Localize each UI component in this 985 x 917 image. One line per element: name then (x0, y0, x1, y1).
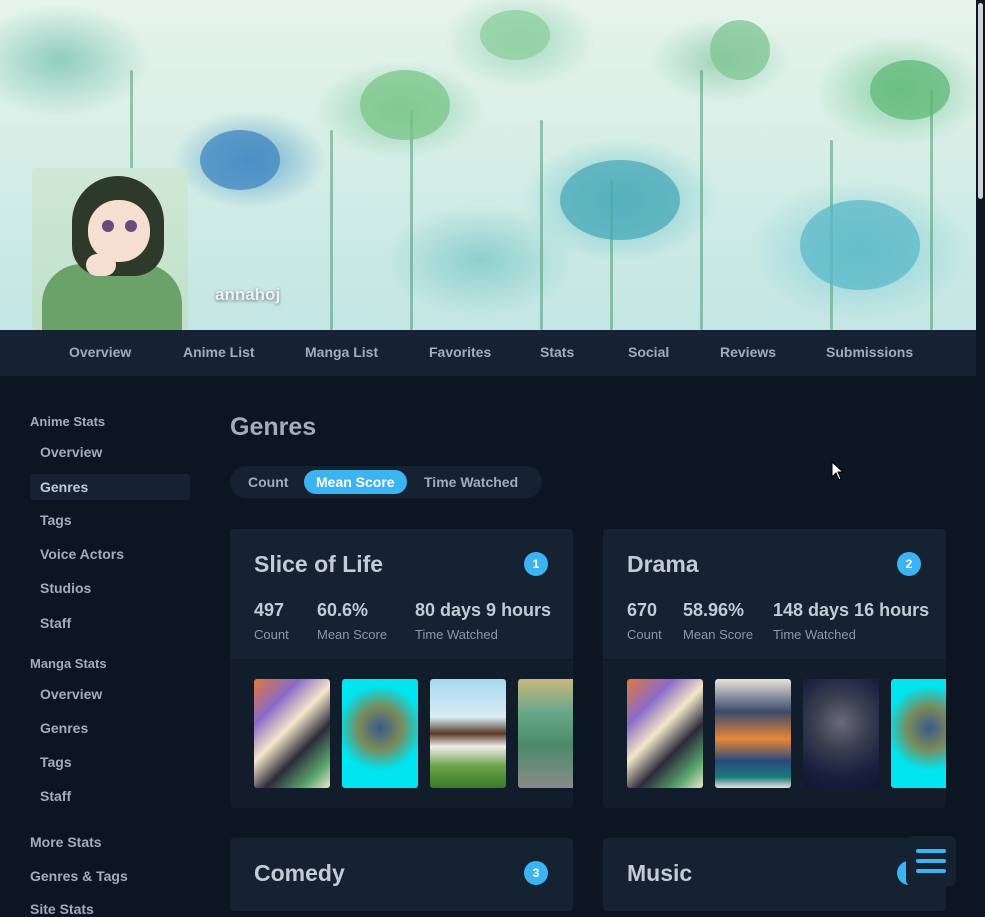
username: annahoj (215, 285, 281, 304)
sidebar-link-site-stats[interactable]: Site Stats (30, 901, 94, 917)
genre-name: Comedy (254, 860, 345, 886)
rank-badge: 2 (897, 552, 921, 576)
tab-time-watched[interactable]: Time Watched (412, 470, 530, 494)
sidebar-item-studios[interactable]: Studios (30, 575, 190, 601)
anime-cover[interactable] (891, 679, 946, 788)
nav-overview[interactable]: Overview (69, 344, 131, 360)
avatar-art (86, 254, 116, 276)
genre-time-value: 80 days 9 hours (415, 600, 552, 620)
avatar[interactable] (32, 168, 188, 330)
tab-mean-score[interactable]: Mean Score (304, 470, 407, 494)
tab-count[interactable]: Count (236, 470, 300, 494)
banner-decoration (410, 110, 413, 330)
genre-count-label: Count (254, 627, 289, 642)
sidebar-item-anime-overview[interactable]: Overview (30, 439, 190, 465)
anime-cover[interactable] (518, 679, 573, 788)
genre-count-label: Count (627, 627, 662, 642)
genre-time-value: 148 days 16 hours (773, 600, 930, 620)
avatar-art (125, 220, 137, 232)
sidebar-link-genres-tags[interactable]: Genres & Tags (30, 868, 128, 884)
genre-card[interactable]: Comedy 3 (230, 838, 573, 911)
avatar-art (102, 220, 114, 232)
sidebar-item-anime-staff[interactable]: Staff (30, 610, 190, 636)
sidebar-item-voice-actors[interactable]: Voice Actors (30, 541, 190, 567)
avatar-art (88, 200, 150, 262)
genre-mean-value: 58.96% (683, 600, 745, 620)
sidebar-item-manga-genres[interactable]: Genres (30, 715, 190, 741)
nav-submissions[interactable]: Submissions (826, 344, 913, 360)
anime-cover[interactable] (627, 679, 703, 788)
genre-name: Music (627, 860, 693, 886)
sidebar-heading-anime-stats: Anime Stats (30, 414, 106, 429)
banner-decoration (480, 10, 550, 60)
genre-name: Drama (627, 551, 699, 577)
banner-decoration (700, 70, 703, 330)
anime-cover[interactable] (254, 679, 330, 788)
menu-button[interactable] (906, 836, 956, 886)
sidebar-item-manga-staff[interactable]: Staff (30, 783, 190, 809)
nav-manga-list[interactable]: Manga List (305, 344, 378, 360)
genre-name: Slice of Life (254, 551, 384, 577)
genre-card[interactable]: Music 4 (603, 838, 946, 911)
page-title: Genres (230, 413, 317, 441)
genre-count-value: 497 (254, 600, 285, 620)
genre-count-value: 670 (627, 600, 658, 620)
nav-stats[interactable]: Stats (540, 344, 574, 360)
anime-cover[interactable] (342, 679, 418, 788)
rank-badge: 3 (524, 861, 548, 885)
nav-reviews[interactable]: Reviews (720, 344, 776, 360)
sidebar-item-anime-tags[interactable]: Tags (30, 507, 190, 533)
banner-decoration (930, 90, 933, 330)
banner-decoration (200, 130, 280, 190)
banner-decoration (800, 200, 920, 290)
nav-favorites[interactable]: Favorites (429, 344, 491, 360)
genre-mean-value: 60.6% (317, 600, 369, 620)
sidebar-item-manga-tags[interactable]: Tags (30, 749, 190, 775)
banner-decoration (870, 60, 950, 120)
mouse-pointer-icon (831, 461, 845, 481)
sidebar-item-manga-overview[interactable]: Overview (30, 681, 190, 707)
anime-cover[interactable] (803, 679, 879, 788)
banner-decoration (540, 120, 543, 330)
anime-cover[interactable] (715, 679, 791, 788)
sort-tabs: Count Mean Score Time Watched (230, 466, 542, 498)
anime-cover[interactable] (430, 679, 506, 788)
banner-decoration (360, 70, 450, 140)
genre-time-label: Time Watched (773, 627, 856, 642)
genre-time-label: Time Watched (415, 627, 498, 642)
banner-decoration (710, 20, 770, 80)
banner-decoration (330, 130, 333, 330)
rank-badge: 1 (524, 552, 548, 576)
scrollbar-thumb[interactable] (978, 3, 983, 199)
genre-card[interactable]: Slice of Life 1 497 Count 60.6% Mean Sco… (230, 529, 573, 808)
sidebar-heading-manga-stats: Manga Stats (30, 656, 107, 671)
nav-social[interactable]: Social (628, 344, 669, 360)
genre-mean-label: Mean Score (317, 627, 388, 642)
profile-nav: Overview Anime List Manga List Favorites… (0, 330, 976, 376)
sidebar-link-more-stats[interactable]: More Stats (30, 834, 102, 850)
genre-mean-label: Mean Score (683, 627, 754, 642)
banner-decoration (560, 160, 680, 240)
nav-anime-list[interactable]: Anime List (183, 344, 255, 360)
page-scrollbar[interactable] (976, 0, 985, 911)
sidebar-item-anime-genres[interactable]: Genres (30, 474, 190, 500)
genre-card[interactable]: Drama 2 670 Count 58.96% Mean Score 148 … (603, 529, 946, 808)
